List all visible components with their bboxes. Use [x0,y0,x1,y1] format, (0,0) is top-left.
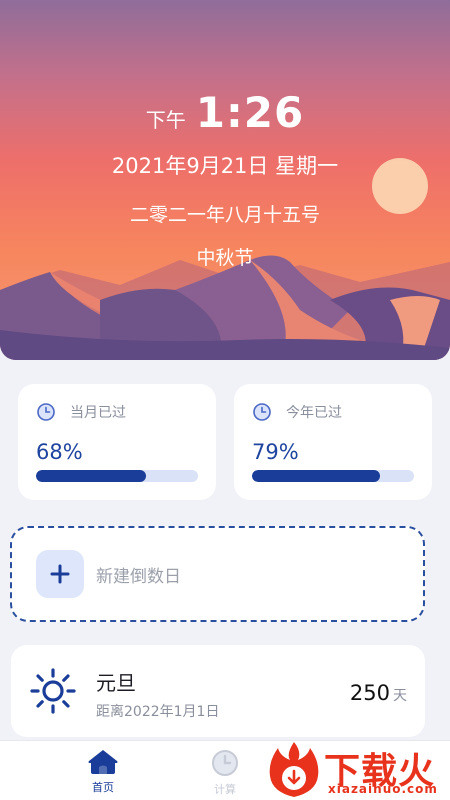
year-progress-bar [252,470,414,482]
sun-icon [30,668,76,714]
holiday-name: 元旦 [96,671,136,695]
clock-icon [212,750,238,776]
month-progress-value: 68% [36,440,83,464]
time-ampm: 下午 [145,108,186,132]
tab-calculate[interactable]: 计算 [195,749,255,797]
hero-header: 下午 1:26 2021年9月21日 星期一 二零二一年八月十五号 中秋节 [0,0,450,360]
tab-calculate-label: 计算 [214,783,236,796]
year-progress-card[interactable]: 今年已过 79% [234,384,432,500]
month-progress-fill [36,470,147,482]
tab-home[interactable]: 首页 [73,749,133,795]
days-unit: 天 [393,688,407,704]
desert-scene-illustration [0,158,450,360]
clock-icon [37,403,55,421]
days-remaining: 250 天 [350,681,407,705]
year-progress-title: 今年已过 [286,405,342,421]
new-countdown-label: 新建倒数日 [96,566,181,587]
countdown-item-card[interactable]: 元旦 距离2022年1月1日 250 天 [11,645,425,737]
clock-icon [253,403,271,421]
month-progress-card[interactable]: 当月已过 68% [18,384,216,500]
month-progress-bar [36,470,198,482]
new-countdown-button[interactable]: 新建倒数日 [10,526,425,622]
plus-button[interactable] [36,550,84,598]
days-remaining-number: 250 [349,681,390,705]
plus-icon [50,564,70,584]
month-progress-title: 当月已过 [70,405,126,421]
watermark-url: xiazaihuo.com [328,782,438,796]
festival-name: 中秋节 [196,247,254,269]
home-icon [88,750,118,774]
lunar-date: 二零二一年八月十五号 [129,204,320,226]
flame-logo-icon [269,742,319,797]
watermark-logo: 下载火 xiazaihuo.com [262,740,450,800]
gregorian-date: 2021年9月21日 星期一 [111,154,339,178]
time-clock: 1:26 [195,88,305,137]
tab-home-label: 首页 [92,781,114,794]
year-progress-value: 79% [252,440,299,464]
current-time: 下午 1:26 [0,88,450,137]
holiday-target-date: 距离2022年1月1日 [96,704,220,720]
year-progress-fill [252,470,380,482]
